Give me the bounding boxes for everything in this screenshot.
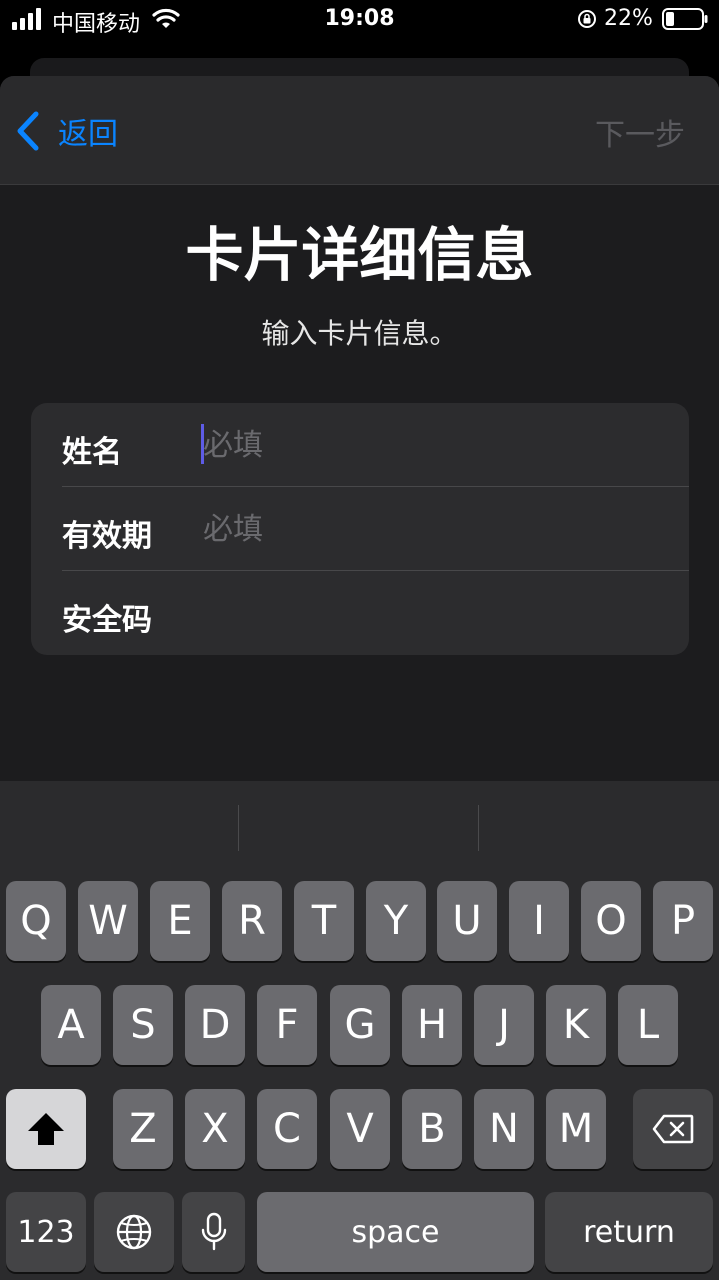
- key-i[interactable]: I: [509, 881, 569, 961]
- delete-key[interactable]: [633, 1089, 713, 1169]
- text-cursor: [201, 424, 204, 464]
- name-row: 姓名: [31, 403, 689, 487]
- key-e[interactable]: E: [150, 881, 210, 961]
- backspace-icon: [652, 1114, 694, 1144]
- expiry-input[interactable]: [203, 507, 663, 551]
- rotation-lock-icon: [578, 10, 596, 28]
- battery-icon: [662, 8, 708, 30]
- return-key[interactable]: return: [545, 1192, 713, 1272]
- key-m[interactable]: M: [546, 1089, 606, 1169]
- key-o[interactable]: O: [581, 881, 641, 961]
- key-t[interactable]: T: [294, 881, 354, 961]
- name-input[interactable]: [203, 423, 663, 467]
- status-bar: 中国移动 19:08 22%: [0, 0, 719, 40]
- key-p[interactable]: P: [653, 881, 713, 961]
- key-d[interactable]: D: [185, 985, 245, 1065]
- key-y[interactable]: Y: [366, 881, 426, 961]
- battery-percentage: 22%: [604, 6, 653, 31]
- space-key[interactable]: space: [257, 1192, 534, 1272]
- back-button-label: 返回: [58, 117, 118, 152]
- key-l[interactable]: L: [618, 985, 678, 1065]
- key-h[interactable]: H: [402, 985, 462, 1065]
- globe-key[interactable]: [94, 1192, 174, 1272]
- expiry-row: 有效期: [31, 487, 689, 571]
- key-c[interactable]: C: [257, 1089, 317, 1169]
- key-q[interactable]: Q: [6, 881, 66, 961]
- security-code-input[interactable]: [203, 591, 663, 635]
- key-u[interactable]: U: [437, 881, 497, 961]
- key-b[interactable]: B: [402, 1089, 462, 1169]
- key-z[interactable]: Z: [113, 1089, 173, 1169]
- back-button[interactable]: 返回: [14, 106, 118, 156]
- globe-icon: [116, 1214, 152, 1250]
- suggestion-divider: [238, 805, 239, 851]
- key-a[interactable]: A: [41, 985, 101, 1065]
- next-step-button[interactable]: 下一步: [595, 110, 685, 154]
- suggestion-divider: [478, 805, 479, 851]
- key-x[interactable]: X: [185, 1089, 245, 1169]
- name-label: 姓名: [62, 435, 122, 470]
- key-w[interactable]: W: [78, 881, 138, 961]
- page-subtitle: 输入卡片信息。: [261, 317, 458, 350]
- dictation-key[interactable]: [182, 1192, 245, 1272]
- card-info-form: 姓名 有效期 安全码: [31, 403, 689, 655]
- key-g[interactable]: G: [330, 985, 390, 1065]
- numbers-key[interactable]: 123: [6, 1192, 86, 1272]
- key-f[interactable]: F: [257, 985, 317, 1065]
- key-s[interactable]: S: [113, 985, 173, 1065]
- security-code-row: 安全码: [31, 571, 689, 655]
- key-r[interactable]: R: [222, 881, 282, 961]
- key-n[interactable]: N: [474, 1089, 534, 1169]
- security-code-label: 安全码: [62, 603, 152, 638]
- shift-arrow-icon: [28, 1113, 64, 1145]
- chevron-left-icon: [17, 111, 39, 151]
- key-v[interactable]: V: [330, 1089, 390, 1169]
- shift-key[interactable]: [6, 1089, 86, 1169]
- expiry-label: 有效期: [62, 519, 152, 554]
- page-title: 卡片详细信息: [185, 221, 534, 289]
- screen: 中国移动 19:08 22% 返回 下一步 卡片详细信息 输入卡片信息。 姓名 …: [0, 0, 719, 1280]
- key-k[interactable]: K: [546, 985, 606, 1065]
- key-j[interactable]: J: [474, 985, 534, 1065]
- microphone-icon: [201, 1212, 226, 1251]
